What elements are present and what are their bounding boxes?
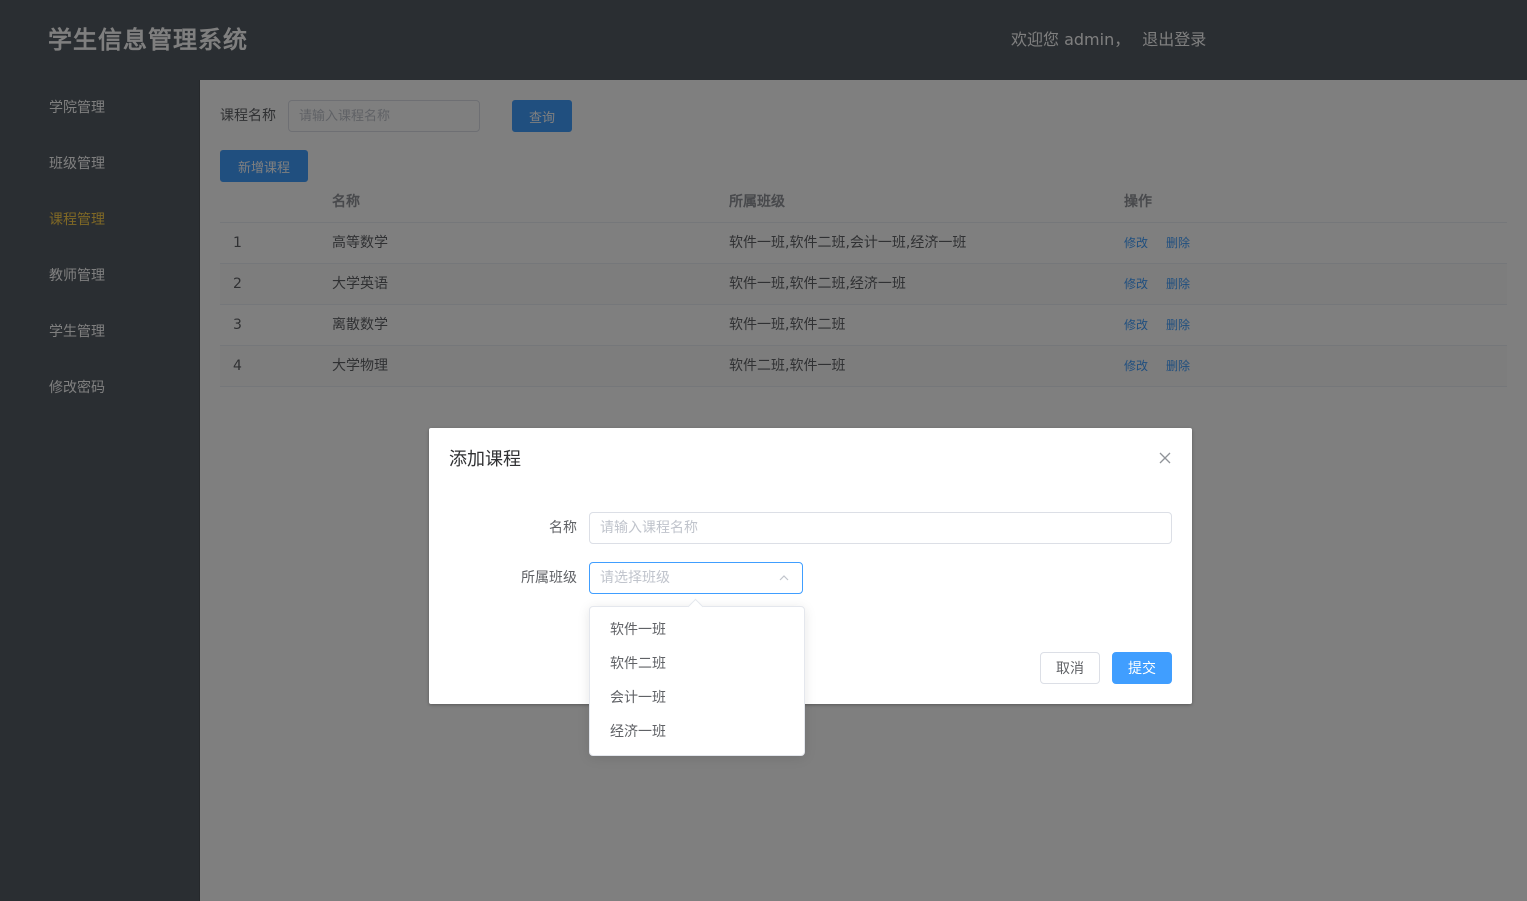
class-dropdown: 软件一班 软件二班 会计一班 经济一班 [589, 598, 805, 756]
course-name-input[interactable] [589, 512, 1172, 544]
class-option[interactable]: 软件二班 [590, 647, 804, 681]
class-option[interactable]: 会计一班 [590, 681, 804, 715]
class-option[interactable]: 软件一班 [590, 613, 804, 647]
class-option[interactable]: 经济一班 [590, 715, 804, 749]
add-course-dialog: 添加课程 名称 所属班级 请选择班级 取消 提交 [429, 428, 1192, 704]
submit-button[interactable]: 提交 [1112, 652, 1172, 684]
cancel-button[interactable]: 取消 [1040, 652, 1100, 684]
dialog-title: 添加课程 [449, 449, 521, 470]
close-icon[interactable] [1157, 450, 1173, 466]
class-select[interactable]: 请选择班级 [589, 562, 803, 594]
chevron-up-icon [779, 575, 789, 581]
class-select-placeholder: 请选择班级 [600, 570, 670, 586]
class-label: 所属班级 [521, 570, 577, 586]
name-label: 名称 [549, 520, 577, 536]
